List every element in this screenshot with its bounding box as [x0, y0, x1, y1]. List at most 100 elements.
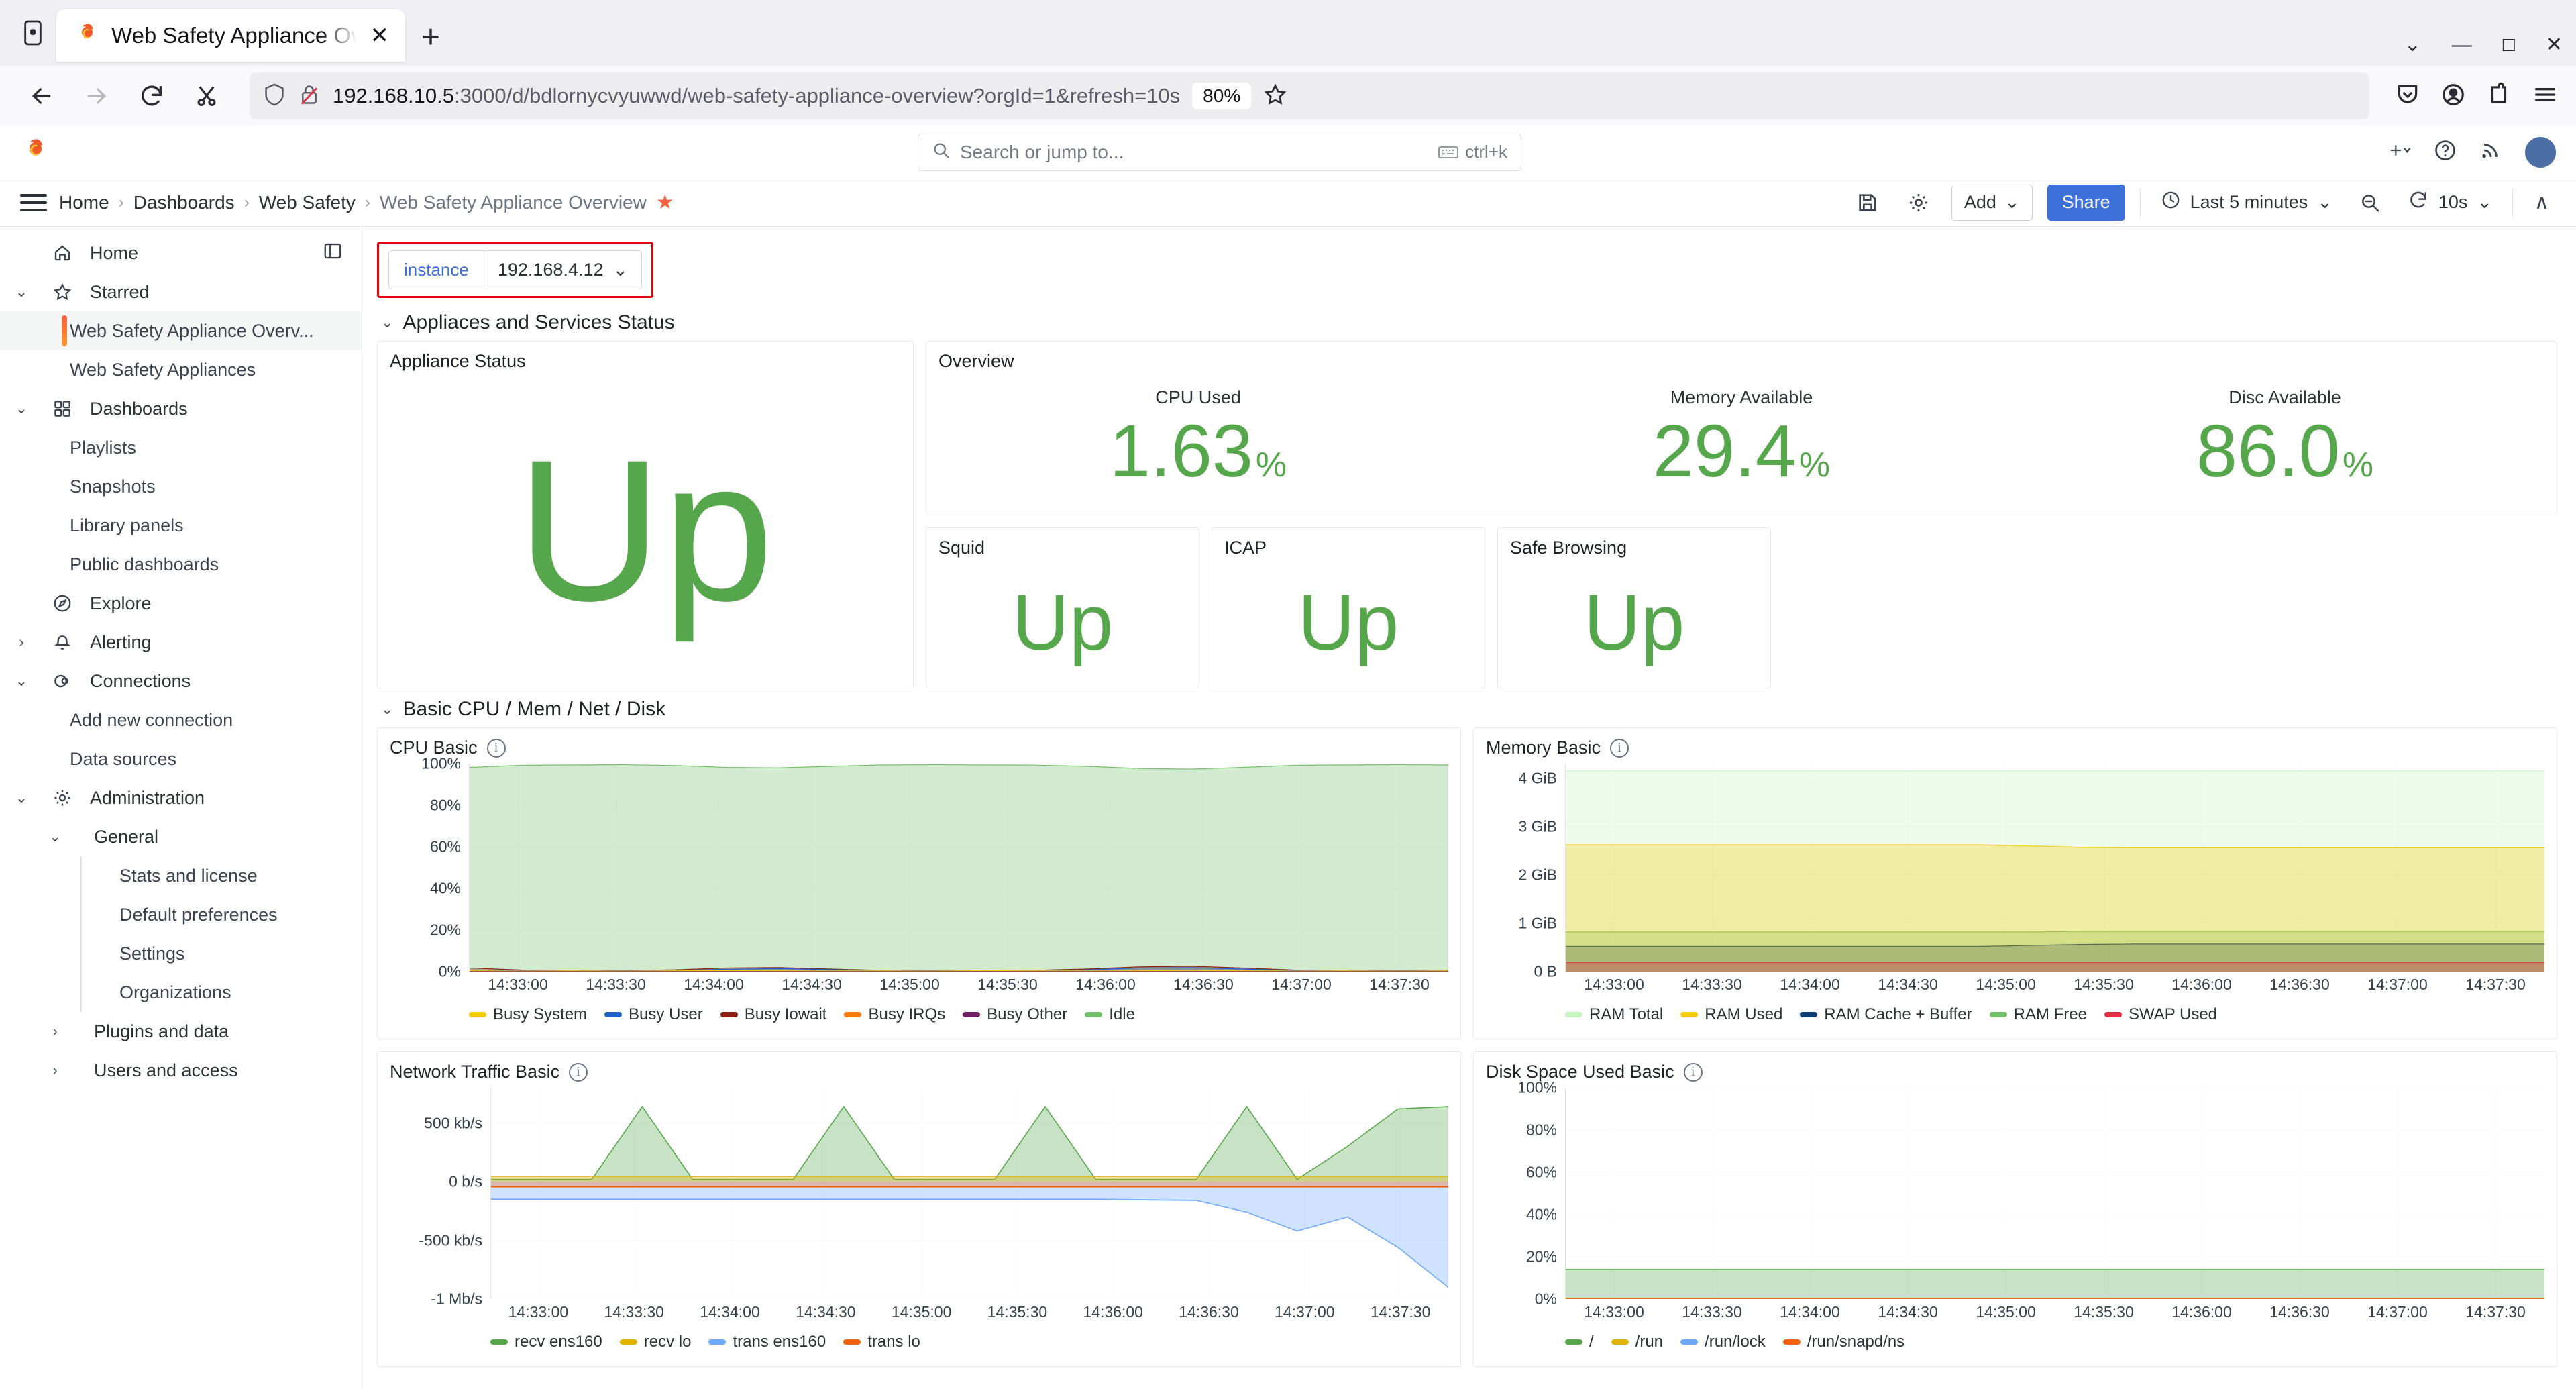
legend-item[interactable]: /run/lock	[1680, 1333, 1766, 1351]
extensions-icon[interactable]	[2486, 82, 2512, 111]
minimize-icon[interactable]: —	[2452, 35, 2472, 55]
panel-cpu-basic[interactable]: CPU Basic i 0% 20% 40% 60% 80% 100% 14:33:00 1…	[377, 727, 1461, 1039]
chevron-down-icon[interactable]: ⌄	[8, 283, 35, 301]
sidebar-item-settings[interactable]: Settings	[0, 934, 362, 973]
sidebar-item-public-dashboards[interactable]: Public dashboards	[0, 545, 362, 584]
legend-item[interactable]: /run/snapd/ns	[1782, 1333, 1904, 1351]
firefox-view-button[interactable]	[9, 0, 56, 66]
legend-item[interactable]: recv lo	[619, 1333, 691, 1351]
close-window-icon[interactable]: ✕	[2546, 35, 2563, 55]
legend-item[interactable]: Busy System	[469, 1005, 587, 1024]
sidebar-item-organizations[interactable]: Organizations	[0, 973, 362, 1012]
panel-memory-basic[interactable]: Memory Basic i 0 B 1 GiB 2 GiB 3 GiB 4 GiB 1…	[1473, 727, 2557, 1039]
legend-item[interactable]: trans ens160	[708, 1333, 826, 1351]
legend-item[interactable]: RAM Cache + Buffer	[1800, 1005, 1972, 1024]
add-menu-icon[interactable]	[2388, 139, 2411, 165]
zoom-level-badge[interactable]: 80%	[1192, 83, 1252, 109]
account-icon[interactable]	[2440, 82, 2466, 111]
legend-item[interactable]: trans lo	[843, 1333, 920, 1351]
legend-item[interactable]: RAM Total	[1565, 1005, 1663, 1024]
menu-toggle-button[interactable]	[20, 189, 47, 216]
info-icon[interactable]: i	[1610, 738, 1629, 758]
sidebar-item-playlists[interactable]: Playlists	[0, 428, 362, 467]
grafana-logo-icon[interactable]	[20, 137, 51, 168]
panel-icap[interactable]: ICAP Up	[1212, 527, 1485, 688]
chevron-right-icon[interactable]: ›	[8, 633, 35, 651]
browser-tab[interactable]: Web Safety Appliance Overview ✕	[56, 9, 405, 62]
breadcrumb-item-dashboards[interactable]: Dashboards	[133, 192, 235, 213]
sidebar-item-connections[interactable]: ⌄ Connections	[0, 662, 362, 701]
refresh-picker[interactable]: 10s ⌄	[2402, 189, 2498, 215]
add-panel-button[interactable]: Add ⌄	[1951, 184, 2033, 221]
panel-network-traffic-basic[interactable]: Network Traffic Basic i 500 kb/s 0 b/s -50…	[377, 1051, 1461, 1367]
sidebar-item-data-sources[interactable]: Data sources	[0, 739, 362, 778]
section-header-basic-cpu-mem-net-disk[interactable]: ⌄ Basic CPU / Mem / Net / Disk	[377, 688, 2557, 727]
close-icon[interactable]: ✕	[368, 24, 392, 47]
sidebar-item-general[interactable]: ⌄ General	[0, 817, 362, 856]
sidebar-item-starred[interactable]: ⌄ Starred	[0, 272, 362, 311]
reload-button[interactable]	[127, 72, 176, 120]
legend-item[interactable]: /run	[1611, 1333, 1663, 1351]
chevron-right-icon[interactable]: ›	[42, 1023, 68, 1040]
back-button[interactable]	[17, 72, 66, 120]
refresh-icon[interactable]	[2408, 189, 2429, 215]
chevron-down-icon[interactable]: ⌄	[8, 672, 35, 690]
url-bar[interactable]: 192.168.10.5:3000/d/bdlornycvyuwwd/web-s…	[250, 72, 2369, 119]
sidebar-item-explore[interactable]: Explore	[0, 584, 362, 623]
sidebar-item-add-new-connection[interactable]: Add new connection	[0, 701, 362, 739]
sidebar-item-dashboards[interactable]: ⌄ Dashboards	[0, 389, 362, 428]
section-header-appliances-and-services-status[interactable]: ⌄ Appliaces and Services Status	[377, 302, 2557, 341]
new-tab-button[interactable]: +	[421, 21, 440, 54]
panel-safe-browsing[interactable]: Safe Browsing Up	[1497, 527, 1771, 688]
legend-item[interactable]: SWAP Used	[2104, 1005, 2217, 1024]
save-dashboard-button[interactable]	[1849, 185, 1886, 221]
panel-appliance-status[interactable]: Appliance Status Up	[377, 341, 914, 688]
chevron-down-icon[interactable]: ⌄	[42, 828, 68, 845]
maximize-icon[interactable]: □	[2503, 35, 2515, 55]
app-menu-icon[interactable]	[2532, 81, 2559, 111]
sidebar-item-library-panels[interactable]: Library panels	[0, 506, 362, 545]
instance-variable-select[interactable]: 192.168.4.12 ⌄	[483, 250, 643, 289]
sidebar-item-alerting[interactable]: › Alerting	[0, 623, 362, 662]
rss-icon[interactable]	[2479, 139, 2502, 165]
sidebar-item-home[interactable]: Home	[0, 234, 362, 272]
sidebar-item-administration[interactable]: ⌄ Administration	[0, 778, 362, 817]
legend-item[interactable]: RAM Used	[1680, 1005, 1782, 1024]
zoom-out-time-button[interactable]	[2353, 185, 2387, 221]
breadcrumb-item-web-safety[interactable]: Web Safety	[259, 192, 356, 213]
dock-menu-icon[interactable]	[323, 241, 343, 266]
legend-item[interactable]: recv ens160	[490, 1333, 602, 1351]
list-all-tabs-icon[interactable]: ⌄	[2404, 35, 2421, 55]
legend-item[interactable]: Busy Other	[963, 1005, 1067, 1024]
legend-item[interactable]: /	[1565, 1333, 1594, 1351]
sidebar-item-stats-and-license[interactable]: Stats and license	[0, 856, 362, 895]
shield-icon[interactable]	[263, 83, 286, 110]
sidebar-item-users-and-access[interactable]: › Users and access	[0, 1051, 362, 1090]
search-input[interactable]: Search or jump to... ctrl+k	[918, 133, 1521, 171]
chevron-down-icon[interactable]: ⌄	[8, 789, 35, 807]
legend-item[interactable]: RAM Free	[1989, 1005, 2087, 1024]
panel-squid[interactable]: Squid Up	[926, 527, 1199, 688]
time-range-picker[interactable]: Last 5 minutes ⌄	[2155, 190, 2338, 215]
breadcrumb-item-home[interactable]: Home	[59, 192, 109, 213]
sidebar-item-snapshots[interactable]: Snapshots	[0, 467, 362, 506]
panel-disk-space-used-basic[interactable]: Disk Space Used Basic i 0% 20% 40% 60% 80% 10…	[1473, 1051, 2557, 1367]
info-icon[interactable]: i	[486, 738, 506, 758]
pocket-icon[interactable]	[2395, 82, 2420, 111]
legend-item[interactable]: Busy IRQs	[844, 1005, 945, 1024]
info-icon[interactable]: i	[1683, 1062, 1703, 1082]
star-dashboard-icon[interactable]: ★	[656, 191, 674, 214]
collapse-toolbar-button[interactable]: ∧	[2528, 185, 2556, 221]
sidebar-item-web-safety-appliances[interactable]: Web Safety Appliances	[0, 350, 362, 389]
chevron-right-icon[interactable]: ›	[42, 1062, 68, 1079]
bookmark-star-icon[interactable]	[1263, 83, 1287, 110]
dashboard-settings-button[interactable]	[1900, 185, 1937, 221]
chevron-down-icon[interactable]: ⌄	[8, 400, 35, 417]
legend-item[interactable]: Busy Iowait	[720, 1005, 826, 1024]
legend-item[interactable]: Busy User	[604, 1005, 703, 1024]
sidebar-item-web-safety-appliance-overview[interactable]: Web Safety Appliance Overv...	[0, 311, 362, 350]
forward-button[interactable]	[72, 72, 121, 120]
help-icon[interactable]	[2434, 139, 2457, 165]
avatar[interactable]	[2525, 136, 2556, 168]
screenshot-icon[interactable]	[182, 72, 231, 120]
